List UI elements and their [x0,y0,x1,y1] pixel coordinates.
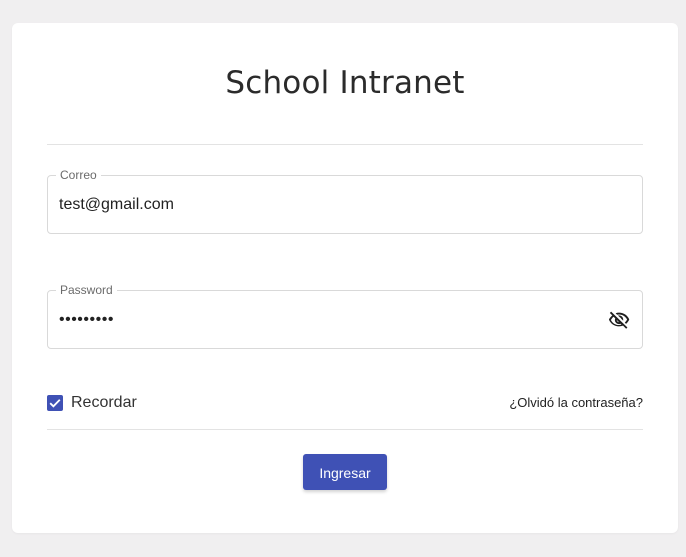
footer-divider [47,429,643,430]
remember-label[interactable]: Recordar [71,392,137,414]
forgot-password-link[interactable]: ¿Olvidó la contraseña? [509,394,643,412]
login-card: School Intranet Correo test@gmail.com Pa… [12,23,678,533]
password-field[interactable]: Password ••••••••• [47,283,643,349]
email-value[interactable]: test@gmail.com [59,176,174,233]
remember-checkbox[interactable] [47,395,63,411]
header-divider [47,144,643,145]
email-field[interactable]: Correo test@gmail.com [47,168,643,234]
eye-off-icon[interactable] [607,309,631,331]
page-title: School Intranet [225,65,465,101]
checkmark-icon [49,399,61,408]
submit-button[interactable]: Ingresar [303,454,387,490]
password-value[interactable]: ••••••••• [59,291,114,348]
